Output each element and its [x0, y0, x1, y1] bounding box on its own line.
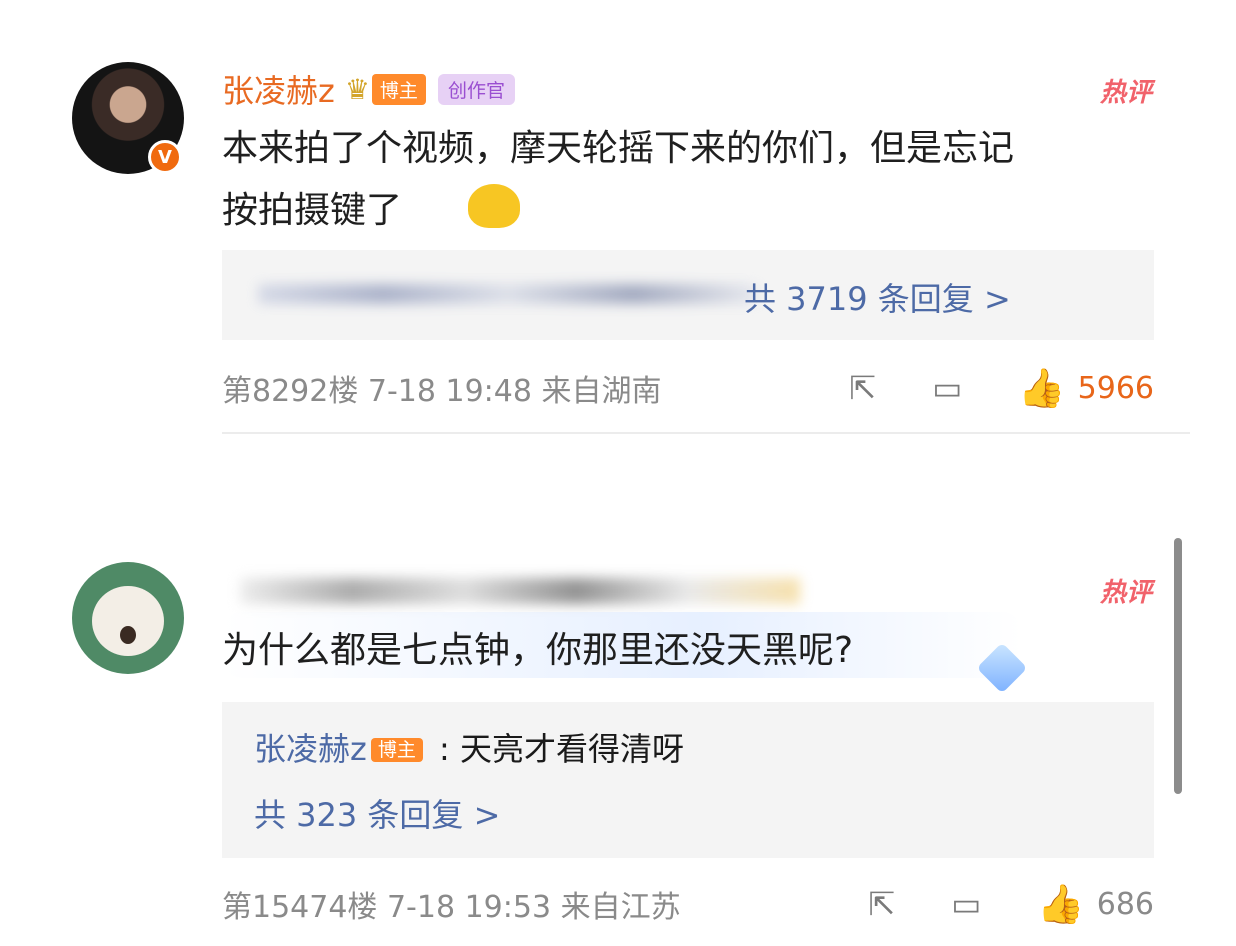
blogger-tag: 博主 — [371, 73, 426, 105]
creator-tag: 创作官 — [437, 73, 515, 105]
reply-preview: 张凌赫z 博主 : 天亮才看得清呀 — [254, 724, 684, 770]
comment-icon[interactable]: ▭ — [932, 369, 962, 407]
reply-text: 天亮才看得清呀 — [459, 730, 684, 768]
username-row: 张凌赫z ♛ 博主 创作官 — [222, 66, 515, 112]
like-count: 5966 — [1077, 370, 1154, 406]
reply-preview-box[interactable]: 张凌赫z 博主 : 天亮才看得清呀 共 323 条回复 > — [222, 702, 1154, 858]
comment-actions: ⇱ ▭ 👍 5966 — [793, 366, 1154, 411]
hot-comment-badge: 热评 — [1099, 578, 1152, 608]
share-icon[interactable]: ⇱ — [849, 369, 876, 407]
share-icon[interactable]: ⇱ — [868, 885, 895, 923]
thumbs-up-icon[interactable]: 👍 — [1018, 366, 1065, 411]
blogger-tag: 博主 — [370, 738, 423, 762]
reply-separator: : — [428, 730, 460, 768]
hot-comment-badge: 热评 — [1099, 78, 1152, 108]
divider — [222, 432, 1190, 434]
scrollbar[interactable] — [1174, 538, 1182, 794]
comment-actions: ⇱ ▭ 👍 686 — [812, 882, 1154, 927]
comment-text: 本来拍了个视频，摩天轮摇下来的你们，但是忘记 按拍摄键了 — [222, 118, 1162, 242]
verified-badge-icon: V — [148, 140, 182, 174]
avatar[interactable] — [72, 562, 184, 674]
reply-preview-box[interactable]: 共 3719 条回复 > — [222, 250, 1154, 340]
comment-text-line-1: 本来拍了个视频，摩天轮摇下来的你们，但是忘记 — [222, 128, 1015, 169]
comment-meta-row: 第8292楼 7-18 19:48 来自湖南 ⇱ ▭ 👍 5966 — [222, 366, 1154, 410]
blurred-reply-preview — [258, 284, 758, 304]
username[interactable]: 张凌赫z — [222, 66, 335, 112]
reply-count-link[interactable]: 共 3719 条回复 > — [744, 274, 1011, 320]
comment-text: 为什么都是七点钟，你那里还没天黑呢? — [222, 630, 854, 671]
crown-icon: ♛ — [344, 72, 370, 106]
comment-text-line-2: 按拍摄键了 — [222, 190, 403, 231]
blurred-username — [240, 578, 800, 604]
floor-time-location: 第8292楼 7-18 19:48 来自湖南 — [222, 374, 662, 409]
reply-count-link[interactable]: 共 323 条回复 > — [254, 790, 500, 836]
thumbs-up-icon[interactable]: 👍 — [1037, 882, 1084, 927]
floor-time-location: 第15474楼 7-18 19:53 来自江苏 — [222, 890, 681, 925]
like-count: 686 — [1096, 886, 1154, 922]
reply-username[interactable]: 张凌赫z — [254, 730, 367, 768]
comment-icon[interactable]: ▭ — [951, 885, 981, 923]
melting-face-emoji-icon — [468, 184, 521, 228]
comment-meta-row: 第15474楼 7-18 19:53 来自江苏 ⇱ ▭ 👍 686 — [222, 882, 1154, 926]
